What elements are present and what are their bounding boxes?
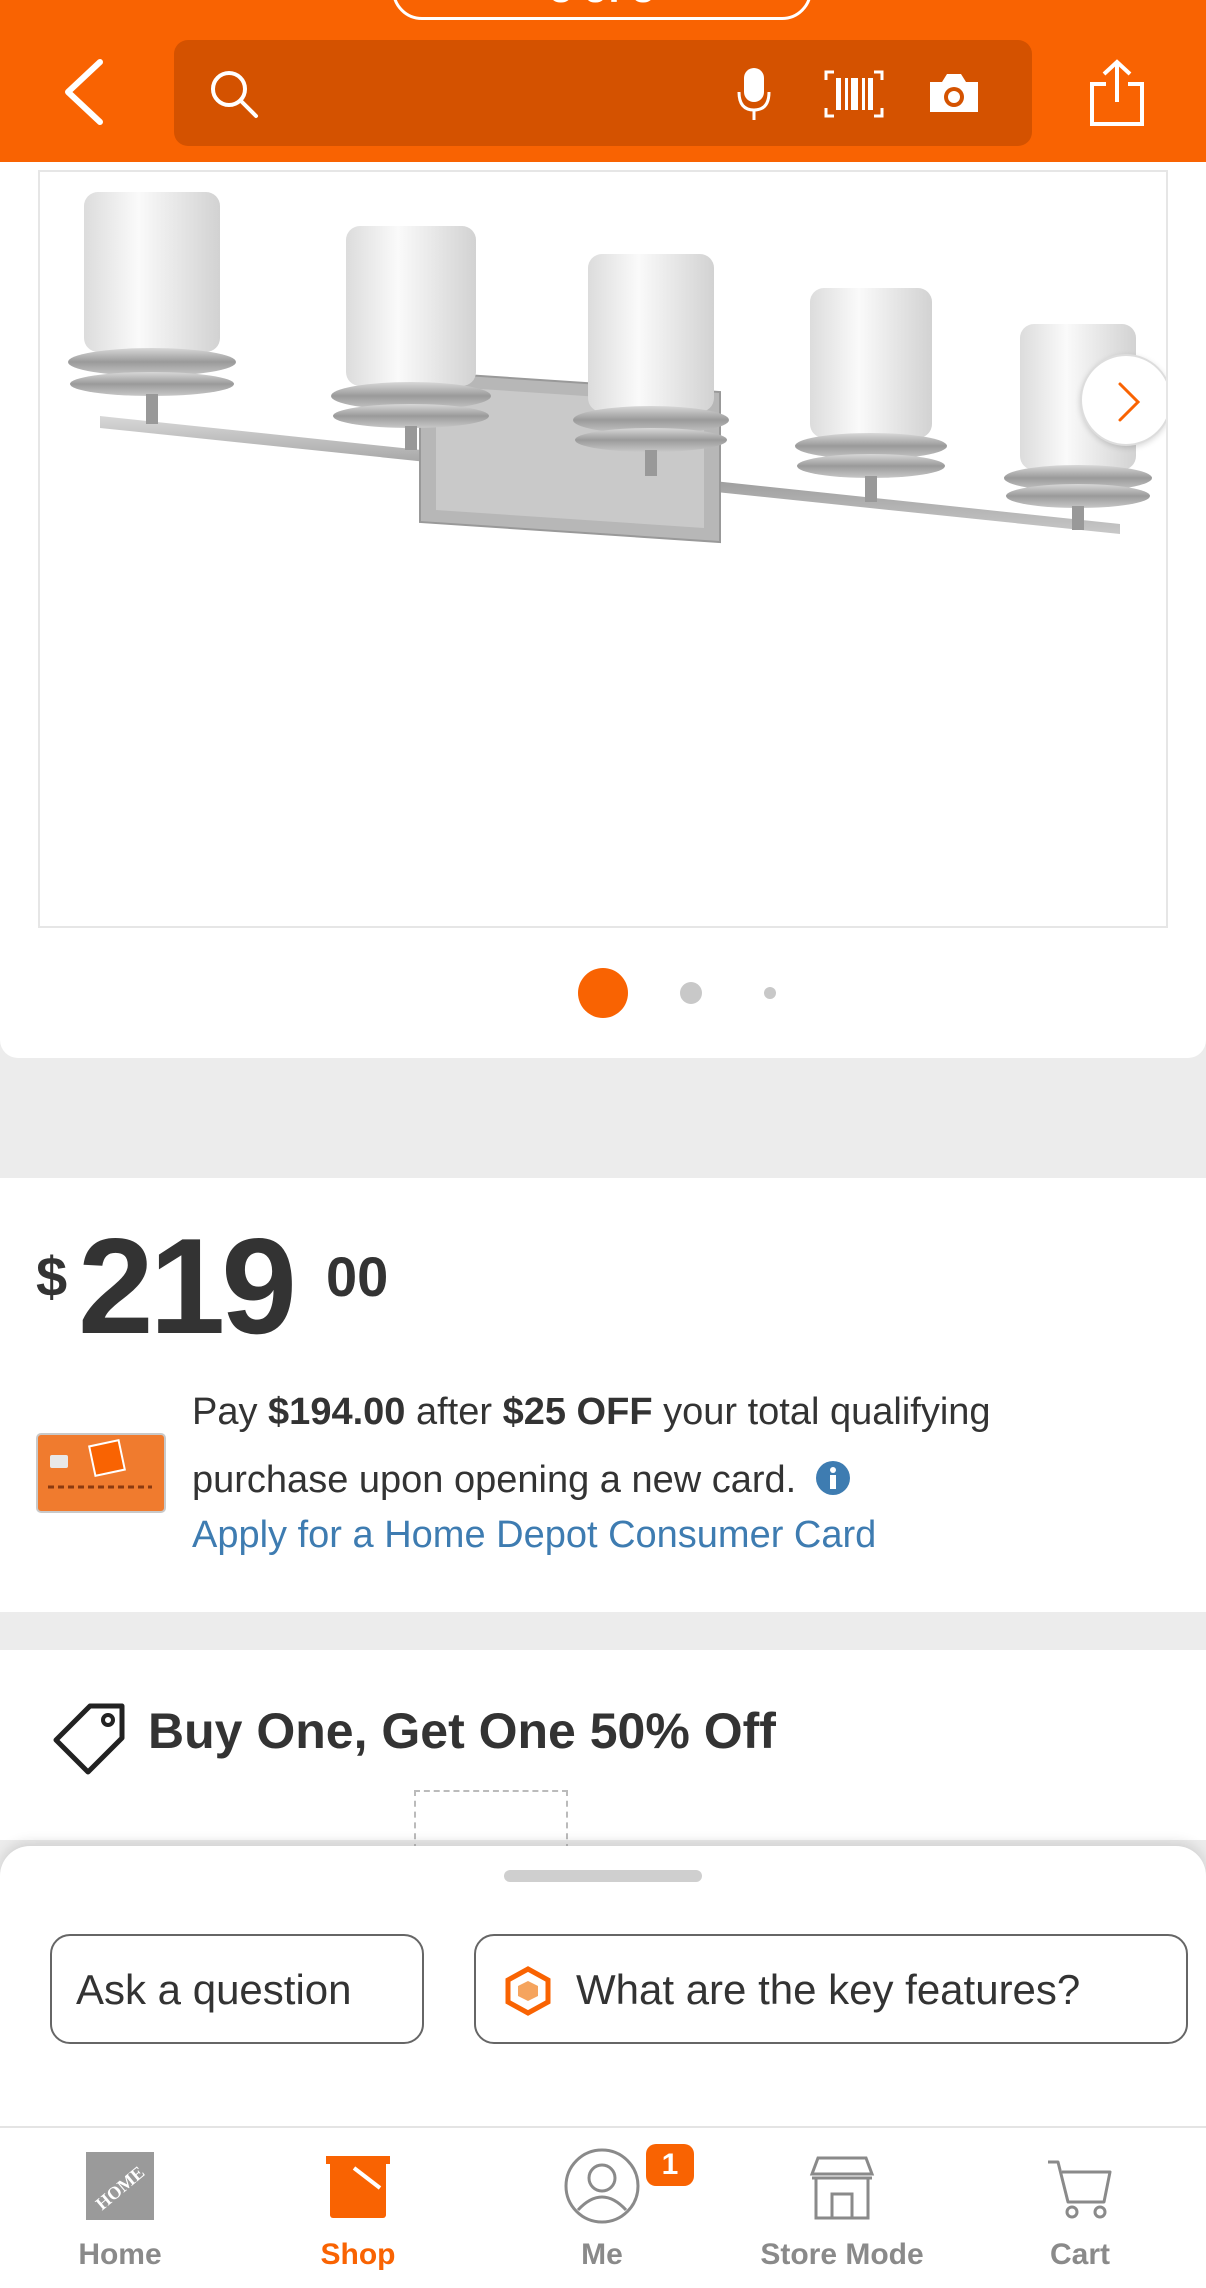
- dashed-placeholder: [414, 1790, 568, 1850]
- price-section: $ 219 00 Pay $194.00 after $25 OFF your …: [0, 1178, 1206, 1612]
- sheet-drag-handle[interactable]: [504, 1870, 702, 1882]
- apply-card-link[interactable]: Apply for a Home Depot Consumer Card: [192, 1514, 876, 1557]
- store-icon: [809, 2156, 875, 2220]
- promo-pay-amount: $194.00: [268, 1391, 406, 1433]
- pagination-dot[interactable]: [764, 987, 776, 999]
- product-page: 3 of 3: [0, 0, 1206, 2288]
- image-pagination: [0, 962, 1206, 1022]
- share-icon[interactable]: [1086, 58, 1148, 128]
- search-input[interactable]: [266, 64, 786, 122]
- assistant-bottom-sheet: Ask a question What are the key features…: [0, 1846, 1206, 2126]
- search-bar[interactable]: [174, 40, 1032, 146]
- price-dollars: 219: [78, 1210, 297, 1362]
- back-icon[interactable]: [56, 56, 112, 128]
- top-header: 3 of 3: [0, 0, 1206, 162]
- info-icon[interactable]: [815, 1460, 851, 1496]
- product-image[interactable]: [38, 170, 1168, 928]
- home-depot-credit-card-icon: [36, 1433, 166, 1513]
- microphone-icon[interactable]: [736, 66, 772, 122]
- tab-store-mode-label: Store Mode: [760, 2238, 924, 2271]
- paint-bucket-icon: [326, 2156, 390, 2218]
- tab-store-mode[interactable]: Store Mode: [742, 2128, 942, 2288]
- tab-shop[interactable]: Shop: [258, 2128, 458, 2288]
- bogo-title[interactable]: Buy One, Get One 50% Off: [148, 1702, 776, 1760]
- vanity-light-illustration: [68, 192, 1152, 544]
- promo-discount: $25 OFF: [502, 1391, 653, 1433]
- bottom-tab-bar: HOME Home Shop Me Store Mode Cart: [0, 2126, 1206, 2288]
- ai-hexagon-icon: [505, 1966, 551, 2016]
- me-notification-badge: 1: [646, 2144, 694, 2186]
- price-tag-icon: [53, 1703, 125, 1775]
- tab-home-label: Home: [78, 2238, 162, 2271]
- pagination-dot-active[interactable]: [578, 968, 628, 1018]
- key-features-chip[interactable]: What are the key features?: [474, 1934, 1188, 2044]
- user-icon: [564, 2148, 640, 2224]
- image-counter-text: 3 of 3: [395, 0, 809, 12]
- camera-icon[interactable]: [926, 70, 982, 116]
- ask-question-label: Ask a question: [76, 1966, 352, 2013]
- barcode-icon[interactable]: [824, 70, 884, 118]
- key-features-label: What are the key features?: [576, 1966, 1081, 2013]
- ask-question-chip[interactable]: Ask a question: [50, 1934, 424, 2044]
- tab-cart-label: Cart: [1049, 2238, 1110, 2271]
- next-image-button[interactable]: [1080, 354, 1166, 446]
- product-image-card: [0, 162, 1206, 1058]
- image-counter-pill: 3 of 3: [392, 0, 812, 20]
- chevron-right-icon: [1118, 382, 1141, 422]
- price-currency: $: [36, 1245, 68, 1308]
- promo-pay-prefix: Pay: [192, 1391, 258, 1433]
- cart-icon: [1048, 2160, 1112, 2219]
- price-cents: 00: [326, 1245, 389, 1308]
- tab-cart[interactable]: Cart: [980, 2128, 1180, 2288]
- search-icon: [211, 71, 258, 118]
- tab-me-label: Me: [581, 2238, 623, 2271]
- pagination-dot[interactable]: [680, 982, 702, 1004]
- promo-after: after: [415, 1391, 493, 1433]
- bogo-section: Buy One, Get One 50% Off: [0, 1650, 1206, 1850]
- home-depot-logo-icon: HOME: [86, 2152, 154, 2220]
- tab-shop-label: Shop: [320, 2238, 396, 2271]
- card-promo-text: Pay $194.00 after $25 OFF your total qua…: [192, 1378, 1152, 1514]
- tab-home[interactable]: HOME Home: [20, 2128, 220, 2288]
